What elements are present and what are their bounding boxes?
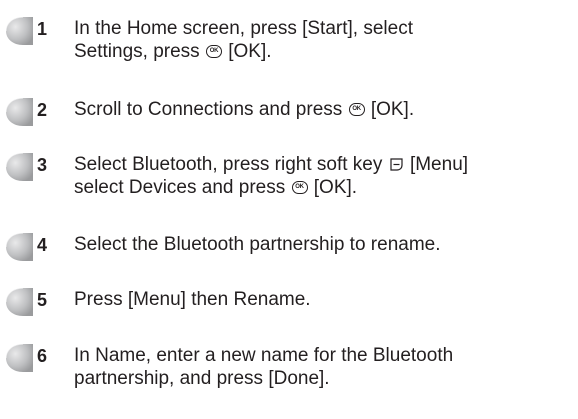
- step-text-segment: In Name, enter a new name for the Blueto…: [74, 345, 454, 366]
- step-text-segment: Select the Bluetooth partnership to rena…: [74, 234, 441, 255]
- step-text-segment: Settings, press: [74, 41, 205, 62]
- step-text-segment: [OK].: [365, 99, 415, 120]
- step-text-segment: [Menu]: [404, 154, 469, 175]
- step-text-line: In the Home screen, press [Start], selec…: [74, 17, 574, 40]
- step-text-segment: Scroll to Connections and press: [74, 99, 348, 120]
- step-number-badge: 6: [3, 341, 47, 375]
- step-text-line: partnership, and press [Done].: [74, 367, 574, 390]
- step-text-line: Press [Menu] then Rename.: [74, 288, 574, 311]
- step-text: Select the Bluetooth partnership to rena…: [74, 233, 574, 256]
- ok-icon-label: OK: [209, 48, 219, 54]
- ok-icon-label: OK: [295, 184, 304, 190]
- step-text-segment: Press [Menu] then Rename.: [74, 289, 311, 310]
- ok-icon-label: OK: [352, 106, 361, 112]
- step-text-line: Select the Bluetooth partnership to rena…: [74, 233, 574, 256]
- ok-button-icon: OK: [291, 181, 308, 194]
- instruction-steps: 1 In the Home screen, press [Start], sele…: [0, 0, 578, 419]
- step-text: In the Home screen, press [Start], selec…: [74, 17, 574, 63]
- step-text: Press [Menu] then Rename.: [74, 288, 574, 311]
- step-text: In Name, enter a new name for the Blueto…: [74, 344, 574, 390]
- step-text-line: In Name, enter a new name for the Blueto…: [74, 344, 574, 367]
- step-text: Scroll to Connections and press OK [OK].: [74, 98, 574, 121]
- step-number: 5: [37, 290, 48, 310]
- step-number-badge: 5: [3, 285, 47, 319]
- step-text: Select Bluetooth, press right soft key […: [74, 153, 574, 199]
- step-text-line: Select Bluetooth, press right soft key […: [74, 153, 574, 176]
- step-text-segment: In the Home screen, press [Start], selec…: [74, 18, 413, 39]
- step-number: 4: [37, 235, 48, 255]
- step-number: 2: [37, 100, 48, 120]
- step-text-segment: [OK].: [308, 177, 358, 198]
- step-number-badge: 2: [3, 95, 47, 129]
- step-number-badge: 3: [3, 150, 47, 184]
- ok-button-icon: OK: [348, 103, 365, 116]
- step-text-line: select Devices and press OK [OK].: [74, 176, 574, 199]
- step-number: 6: [37, 346, 48, 366]
- ok-button-icon: OK: [205, 45, 222, 58]
- step-text-segment: Select Bluetooth, press right soft key: [74, 154, 388, 175]
- step-text-line: Settings, press OK [OK].: [74, 40, 574, 63]
- step-text-line: Scroll to Connections and press OK [OK].: [74, 98, 574, 121]
- step-text-segment: partnership, and press [Done].: [74, 368, 330, 389]
- step-number: 1: [37, 19, 48, 39]
- step-text-segment: [OK].: [222, 41, 272, 62]
- step-number-badge: 1: [3, 14, 47, 48]
- right-soft-key-icon: [389, 155, 404, 171]
- step-number: 3: [37, 155, 48, 175]
- step-text-segment: select Devices and press: [74, 177, 291, 198]
- step-number-badge: 4: [3, 230, 47, 264]
